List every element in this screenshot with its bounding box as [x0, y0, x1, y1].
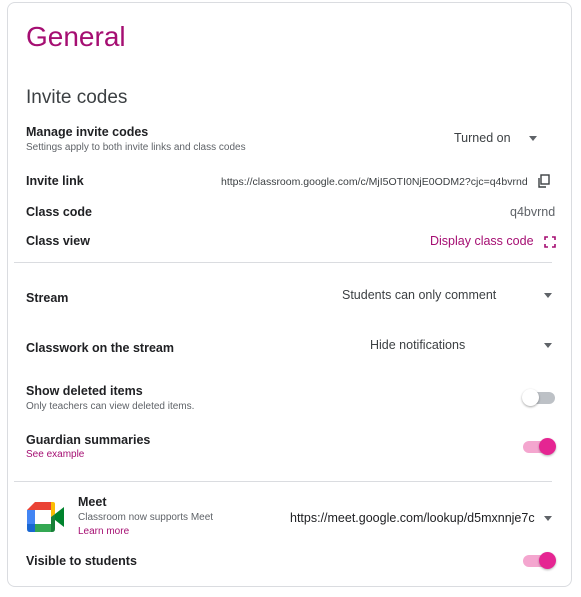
guardian-summaries-toggle[interactable] [522, 438, 556, 455]
manage-invite-codes-description: Settings apply to both invite links and … [26, 142, 246, 153]
invite-link-label: Invite link [26, 174, 84, 188]
stream-label: Stream [26, 291, 69, 305]
chevron-down-icon [544, 342, 552, 348]
google-meet-logo [27, 500, 65, 534]
classwork-on-stream-label: Classwork on the stream [26, 341, 174, 355]
divider [14, 262, 552, 263]
classwork-on-stream-select[interactable]: Hide notifications [370, 338, 552, 352]
copy-icon[interactable] [537, 174, 551, 188]
class-view-label: Class view [26, 234, 90, 248]
guardian-summaries-label: Guardian summaries [26, 433, 151, 447]
manage-invite-codes-value: Turned on [454, 131, 511, 145]
visible-to-students-toggle[interactable] [522, 552, 556, 569]
toggle-thumb [539, 438, 556, 455]
class-code-label: Class code [26, 205, 93, 219]
divider [14, 481, 552, 482]
invite-codes-heading: Invite codes [26, 87, 128, 108]
display-class-code-button[interactable]: Display class code [430, 234, 556, 248]
general-settings-card: General Invite codes Manage invite codes… [7, 2, 572, 587]
classwork-select-value: Hide notifications [370, 338, 466, 352]
display-class-code-label: Display class code [430, 234, 534, 248]
chevron-down-icon [544, 515, 552, 521]
meet-label: Meet [78, 495, 107, 509]
stream-select[interactable]: Students can only comment [342, 288, 552, 302]
visible-to-students-label: Visible to students [26, 554, 137, 568]
chevron-down-icon [544, 292, 552, 298]
toggle-thumb [539, 552, 556, 569]
meet-link-select[interactable]: https://meet.google.com/lookup/d5mxnnje7… [290, 511, 552, 525]
meet-link-value: https://meet.google.com/lookup/d5mxnnje7… [290, 511, 535, 525]
show-deleted-items-label: Show deleted items [26, 384, 143, 398]
meet-description: Classroom now supports Meet [78, 512, 214, 523]
show-deleted-items-toggle[interactable] [522, 389, 556, 406]
learn-more-link[interactable]: Learn more [78, 526, 129, 537]
fullscreen-icon [543, 235, 556, 248]
show-deleted-items-description: Only teachers can view deleted items. [26, 401, 195, 412]
manage-invite-codes-label: Manage invite codes [26, 125, 149, 139]
stream-select-value: Students can only comment [342, 288, 497, 302]
chevron-down-icon [528, 135, 537, 141]
page-title: General [26, 21, 126, 52]
manage-invite-codes-select[interactable]: Turned on [454, 131, 537, 145]
see-example-link[interactable]: See example [26, 449, 84, 460]
toggle-thumb [522, 389, 539, 406]
class-code-value: q4bvrnd [510, 205, 556, 219]
invite-link-value: https://classroom.google.com/c/MjI5OTI0N… [221, 176, 528, 188]
